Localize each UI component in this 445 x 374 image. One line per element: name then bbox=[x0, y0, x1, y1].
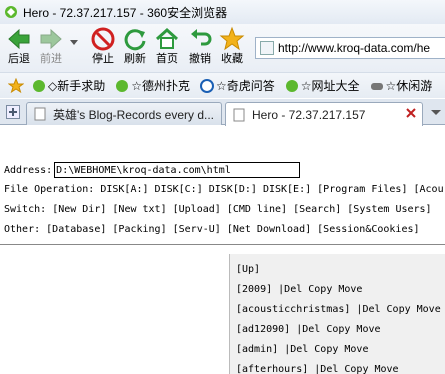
tab-bar: 英雄's Blog-Records every d... Hero - 72.3… bbox=[0, 99, 445, 126]
switch-row: Switch: [New Dir] [New txt] [Upload] [CM… bbox=[4, 204, 432, 215]
cmd-line-link[interactable]: [CMD line] bbox=[227, 204, 287, 215]
upload-link[interactable]: [Upload] bbox=[173, 204, 221, 215]
stop-icon bbox=[91, 27, 115, 51]
packing-link[interactable]: [Packing] bbox=[112, 224, 166, 235]
close-icon[interactable] bbox=[406, 108, 416, 118]
dir-actions[interactable]: |Del Copy Move bbox=[278, 284, 362, 295]
list-item: [afterhours] |Del Copy Move bbox=[236, 364, 399, 374]
list-item: [2009] |Del Copy Move bbox=[236, 284, 362, 295]
tab-blog[interactable]: 英雄's Blog-Records every d... bbox=[26, 102, 222, 125]
favorites-bar: ◇新手求助 ☆德州扑克 ☆奇虎问答 ☆网址大全 ☆休闲游 bbox=[0, 72, 445, 98]
net-download-link[interactable]: [Net Download] bbox=[227, 224, 311, 235]
system-users-link[interactable]: [System Users] bbox=[347, 204, 431, 215]
fav-item-sites[interactable]: ☆网址大全 bbox=[285, 77, 360, 94]
fav-item-games[interactable]: ☆休闲游 bbox=[370, 77, 432, 94]
browser-logo-icon bbox=[285, 79, 298, 92]
dir-name-link[interactable]: [admin] bbox=[236, 344, 278, 355]
star-icon bbox=[219, 26, 245, 51]
page-icon bbox=[34, 107, 46, 121]
refresh-button[interactable]: 刷新 bbox=[120, 26, 150, 70]
fav-item-qa[interactable]: ☆奇虎问答 bbox=[200, 77, 275, 94]
page-icon bbox=[233, 108, 245, 121]
list-item: [acousticchristmas] |Del Copy Move bbox=[236, 304, 441, 315]
list-item: [admin] |Del Copy Move bbox=[236, 344, 368, 355]
search-link[interactable]: [Search] bbox=[293, 204, 341, 215]
tab-hero[interactable]: Hero - 72.37.217.157 bbox=[225, 102, 423, 126]
dir-actions[interactable]: |Del Copy Move bbox=[296, 324, 380, 335]
list-item: [ad12090] |Del Copy Move bbox=[236, 324, 381, 335]
favorites-button[interactable]: 收藏 bbox=[217, 26, 247, 70]
refresh-icon bbox=[124, 29, 146, 51]
fav-item-help[interactable]: ◇新手求助 bbox=[32, 77, 105, 94]
new-tab-icon[interactable] bbox=[6, 105, 20, 119]
program-files-link[interactable]: [Program Files] bbox=[317, 184, 407, 195]
tab-list-icon[interactable] bbox=[427, 103, 445, 121]
serv-u-link[interactable]: [Serv-U] bbox=[173, 224, 221, 235]
dir-name-link[interactable]: [ad12090] bbox=[236, 324, 290, 335]
dir-actions[interactable]: |Del Copy Move bbox=[356, 304, 440, 315]
gamepad-icon bbox=[370, 82, 383, 90]
add-favorite-icon[interactable] bbox=[8, 77, 24, 94]
qa-logo-icon bbox=[200, 78, 214, 93]
home-icon bbox=[155, 27, 179, 49]
dir-actions[interactable]: |Del Copy Move bbox=[284, 344, 368, 355]
file-operation-row: File Operation: DISK[A:] DISK[C:] DISK[D… bbox=[4, 184, 444, 195]
session-cookies-link[interactable]: [Session&Cookies] bbox=[317, 224, 419, 235]
chevron-down-icon[interactable] bbox=[70, 38, 78, 46]
back-arrow-icon bbox=[8, 28, 30, 50]
forward-arrow-icon bbox=[40, 28, 62, 50]
path-input[interactable] bbox=[54, 162, 301, 178]
stop-button[interactable]: 停止 bbox=[88, 26, 118, 70]
dir-up-link[interactable]: [Up] bbox=[236, 264, 260, 275]
browser-logo-icon bbox=[33, 79, 45, 92]
fav-item-poker[interactable]: ☆德州扑克 bbox=[115, 77, 190, 94]
dir-actions[interactable]: |Del Copy Move bbox=[314, 364, 398, 374]
toolbar: 后退 前进 停止 刷新 首页 撤销 收藏 http://www.kroq-dat… bbox=[0, 24, 445, 72]
window-title: Hero - 72.37.217.157 - 360安全浏览器 bbox=[23, 5, 228, 20]
other-row: Other: [Database] [Packing] [Serv-U] [Ne… bbox=[4, 224, 420, 235]
dir-name-link[interactable]: [acousticchristmas] bbox=[236, 304, 350, 315]
title-bar: Hero - 72.37.217.157 - 360安全浏览器 bbox=[0, 0, 445, 24]
acoustic-link[interactable]: [Acou bbox=[414, 184, 444, 195]
url-text[interactable]: http://www.kroq-data.com/he bbox=[278, 41, 430, 55]
page-content: Address: File Operation: DISK[A:] DISK[C… bbox=[0, 126, 445, 374]
undo-button[interactable]: 撤销 bbox=[185, 26, 215, 70]
disk-c-link[interactable]: DISK[C:] bbox=[155, 184, 203, 195]
address-row: Address: bbox=[4, 162, 301, 178]
disk-a-link[interactable]: DISK[A:] bbox=[100, 184, 148, 195]
new-dir-link[interactable]: [New Dir] bbox=[52, 204, 106, 215]
url-bar[interactable]: http://www.kroq-data.com/he bbox=[255, 37, 445, 59]
home-button[interactable]: 首页 bbox=[152, 26, 182, 70]
browser-logo-icon bbox=[116, 79, 129, 92]
database-link[interactable]: [Database] bbox=[46, 224, 106, 235]
disk-d-link[interactable]: DISK[D:] bbox=[209, 184, 257, 195]
back-button[interactable]: 后退 bbox=[4, 26, 34, 70]
dir-name-link[interactable]: [afterhours] bbox=[236, 364, 308, 374]
browser-logo-icon bbox=[5, 6, 17, 18]
disk-e-link[interactable]: DISK[E:] bbox=[263, 184, 311, 195]
dir-name-link[interactable]: [2009] bbox=[236, 284, 272, 295]
new-txt-link[interactable]: [New txt] bbox=[112, 204, 166, 215]
undo-icon bbox=[191, 29, 212, 46]
forward-button[interactable]: 前进 bbox=[36, 26, 66, 70]
page-icon bbox=[260, 41, 274, 55]
directory-list: [Up] [2009] |Del Copy Move [acousticchri… bbox=[229, 254, 445, 374]
